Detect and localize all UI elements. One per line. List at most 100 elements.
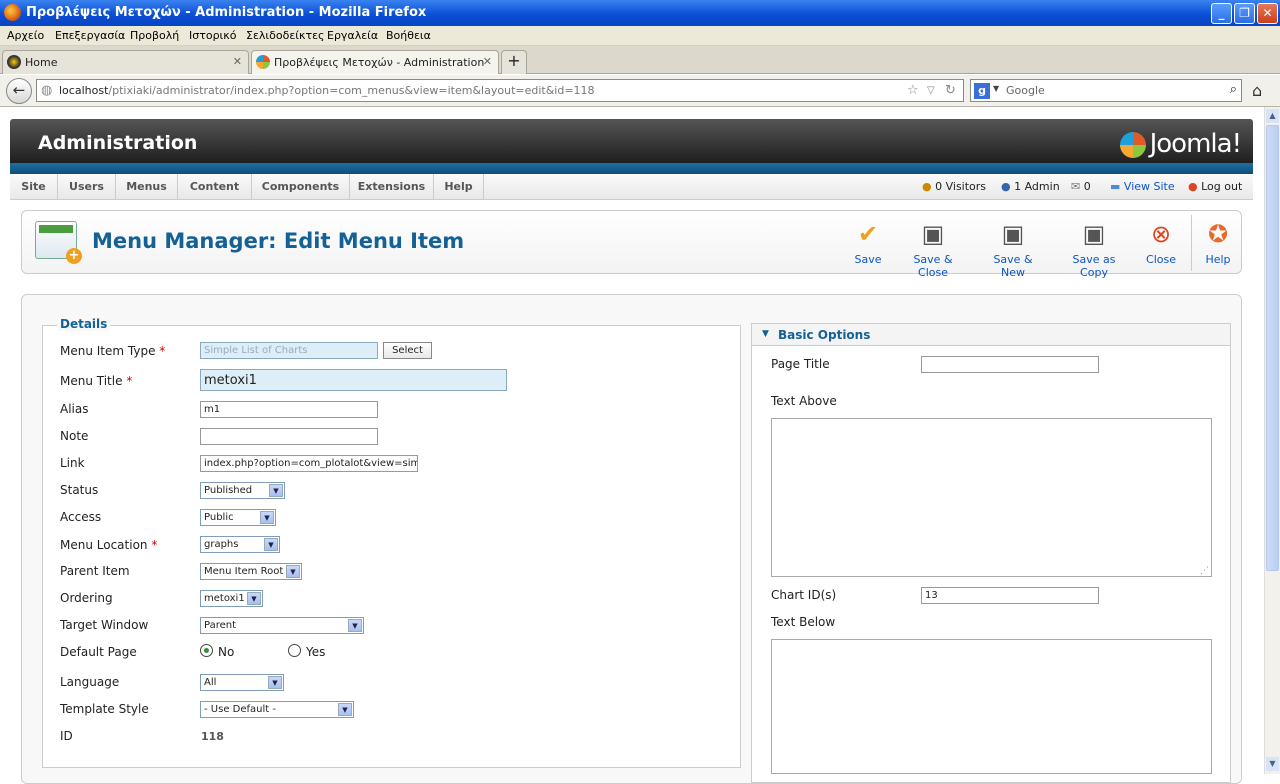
label-default-page: Default Page: [60, 645, 137, 659]
scroll-down-icon[interactable]: ▼: [1266, 757, 1279, 771]
tab-administration[interactable]: Προβλέψεις Μετοχών - Administration ✕: [251, 50, 499, 74]
admin-menu-extensions[interactable]: Extensions: [350, 174, 434, 200]
page-toolbar: + Menu Manager: Edit Menu Item ✔ Save ▣ Sa…: [21, 210, 1242, 279]
home-icon[interactable]: ⌂: [1252, 81, 1262, 100]
chevron-down-icon: ▼: [268, 676, 282, 689]
menu-help[interactable]: Βοήθεια: [386, 29, 431, 42]
label-parent-item: Parent Item: [60, 564, 130, 578]
admin-menu: Site Users Menus Content Components Exte…: [10, 174, 1253, 200]
close-button[interactable]: ⊗ Close: [1143, 219, 1179, 266]
tab-home[interactable]: Home ✕: [2, 50, 249, 74]
reload-icon[interactable]: ↻: [945, 83, 956, 98]
save-close-button[interactable]: ▣ Save & Close: [899, 219, 967, 279]
text-above-textarea[interactable]: ⋰: [771, 418, 1212, 577]
save-button[interactable]: ✔ Save: [852, 219, 884, 266]
menu-file[interactable]: Αρχείο: [7, 29, 44, 42]
chevron-down-icon: ▼: [286, 565, 300, 578]
admin-menu-users[interactable]: Users: [58, 174, 116, 200]
admin-menu-help[interactable]: Help: [434, 174, 484, 200]
google-icon[interactable]: g: [974, 83, 990, 99]
search-magnifier-icon[interactable]: ⌕: [1230, 82, 1237, 97]
back-button[interactable]: ←: [6, 78, 32, 104]
label-text-below: Text Below: [771, 615, 836, 629]
floppy-plus-icon: ▣: [1001, 220, 1025, 248]
language-select[interactable]: All ▼: [200, 674, 284, 691]
page-scrollbar[interactable]: ▲ ▼: [1264, 107, 1280, 774]
admin-menu-menus[interactable]: Menus: [116, 174, 178, 200]
maximize-button[interactable]: ❐: [1234, 3, 1255, 24]
label-status: Status: [60, 483, 99, 497]
window-title: Προβλέψεις Μετοχών - Administration - Mo…: [26, 5, 427, 20]
close-tab-icon[interactable]: ✕: [233, 55, 242, 68]
label-id: ID: [60, 729, 73, 743]
chevron-down-icon: ▼: [348, 619, 362, 632]
page-content: Administration Joomla! Site Users Menus …: [0, 107, 1264, 784]
parent-item-select[interactable]: Menu Item Root ▼: [200, 563, 302, 580]
minimize-button[interactable]: _: [1211, 3, 1232, 24]
page-title-input[interactable]: [921, 356, 1099, 373]
resize-grip-icon: ⋰: [1200, 566, 1209, 576]
menu-item-type-field: Simple List of Charts: [200, 342, 378, 359]
menu-bookmarks[interactable]: Σελιδοδείκτες: [246, 29, 325, 42]
chevron-down-icon: ▼: [247, 592, 261, 605]
menu-title-input[interactable]: metoxi1: [200, 369, 507, 391]
menu-location-select[interactable]: graphs ▼: [200, 536, 280, 553]
logout-link[interactable]: ● Log out: [1188, 180, 1242, 193]
search-box[interactable]: g ▼ Google ⌕: [970, 79, 1242, 102]
menu-edit[interactable]: Επεξεργασία: [55, 29, 125, 42]
url-bar[interactable]: ◍ localhost/ptixiaki/administrator/index…: [36, 79, 964, 102]
alias-input[interactable]: m1: [200, 401, 378, 418]
menu-view[interactable]: Προβολή: [130, 29, 179, 42]
template-style-select[interactable]: - Use Default - ▼: [200, 701, 354, 718]
text-below-textarea[interactable]: [771, 639, 1212, 774]
admin-menu-site[interactable]: Site: [10, 174, 58, 200]
firefox-icon: [4, 4, 21, 21]
close-window-button[interactable]: ✕: [1257, 3, 1278, 24]
admin-icon: ●: [1001, 180, 1011, 193]
note-input[interactable]: [200, 428, 378, 445]
scrollbar-thumb[interactable]: [1266, 125, 1279, 571]
help-button[interactable]: ✪ Help: [1203, 219, 1233, 266]
close-tab-icon[interactable]: ✕: [483, 55, 492, 68]
label-menu-title: Menu Title *: [60, 374, 133, 388]
label-target-window: Target Window: [60, 618, 149, 632]
admin-menu-components[interactable]: Components: [252, 174, 350, 200]
select-type-button[interactable]: Select: [383, 342, 432, 359]
details-legend: Details: [57, 317, 111, 331]
url-dropdown-icon[interactable]: ▽: [927, 85, 935, 96]
toolbar-separator: [1191, 215, 1192, 271]
scroll-up-icon[interactable]: ▲: [1266, 109, 1279, 123]
admin-menu-content[interactable]: Content: [178, 174, 252, 200]
chevron-down-icon: ▼: [260, 511, 274, 524]
header-divider: [10, 163, 1253, 174]
chart-ids-input[interactable]: 13: [921, 587, 1099, 604]
window-titlebar: Προβλέψεις Μετοχών - Administration - Mo…: [0, 0, 1280, 26]
new-tab-button[interactable]: +: [501, 50, 527, 74]
floppy-icon: ▣: [921, 220, 945, 248]
ordering-select[interactable]: metoxi1 ▼: [200, 590, 263, 607]
menu-tools[interactable]: Εργαλεία: [327, 29, 378, 42]
globe-icon: ◍: [41, 83, 53, 98]
default-page-no-radio[interactable]: [200, 644, 213, 657]
label-menu-location: Menu Location *: [60, 538, 158, 552]
messages-status: ✉ 0: [1071, 180, 1091, 193]
default-page-yes-radio[interactable]: [288, 644, 301, 657]
label-alias: Alias: [60, 402, 89, 416]
access-select[interactable]: Public ▼: [200, 509, 276, 526]
menu-history[interactable]: Ιστορικό: [189, 29, 237, 42]
admin-status: ● 1 Admin: [1001, 180, 1060, 193]
link-input[interactable]: index.php?option=com_plotalot&view=simpl…: [200, 455, 418, 472]
collapse-triangle-icon: ▼: [762, 329, 769, 339]
status-select[interactable]: Published ▼: [200, 482, 285, 499]
view-site-link[interactable]: ▬ View Site: [1110, 180, 1175, 193]
basic-options-header[interactable]: ▼ Basic Options: [752, 324, 1230, 346]
menu-manager-icon: +: [35, 221, 82, 264]
default-page-yes-label: Yes: [306, 645, 326, 659]
save-new-button[interactable]: ▣ Save & New: [981, 219, 1045, 279]
search-engine-dropdown-icon[interactable]: ▼: [993, 84, 999, 93]
home-favicon-icon: [7, 55, 21, 69]
bookmark-star-icon[interactable]: ☆: [907, 83, 919, 98]
save-copy-button[interactable]: ▣ Save as Copy: [1058, 219, 1130, 279]
target-window-select[interactable]: Parent ▼: [200, 617, 364, 634]
chevron-down-icon: ▼: [338, 703, 352, 716]
